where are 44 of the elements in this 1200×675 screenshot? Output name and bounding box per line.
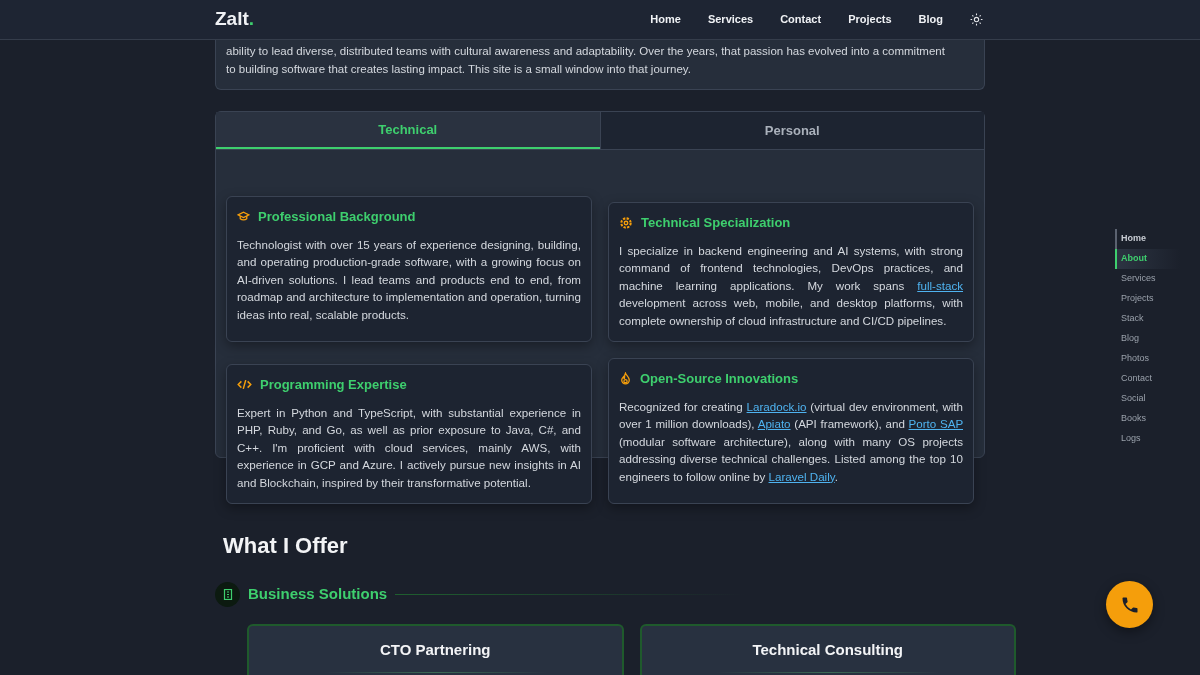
side-nav-link[interactable]: Books bbox=[1115, 409, 1180, 429]
side-nav-link[interactable]: Social bbox=[1115, 389, 1180, 409]
tab[interactable]: Personal bbox=[599, 112, 984, 149]
text-link[interactable]: Laravel Daily bbox=[768, 469, 835, 483]
card-text: I specialize in backend engineering and AI systems, with strong command of frontend technologies, DevOps practices, and machine learning applications. My work spans full-stack development across web, mobile, and desktop platforms, with complete ownership of cloud infrastructure and CI/CD pipelines. bbox=[619, 242, 963, 329]
section-heading: What I Offer bbox=[223, 532, 349, 560]
service-title: Technical Consulting bbox=[752, 640, 904, 660]
side-nav-link[interactable]: Photos bbox=[1115, 349, 1180, 369]
text-link[interactable]: Laradock.io bbox=[746, 399, 807, 413]
intro-text: ability to lead diverse, distributed teams with cultural awareness and adaptability. Over the years, that passion has evolved into a commitment bbox=[226, 44, 946, 59]
card-title: Open-Source Innovations bbox=[640, 370, 799, 388]
side-nav-link[interactable]: Projects bbox=[1115, 289, 1180, 309]
building-icon bbox=[215, 582, 240, 607]
logo[interactable]: Zalt. bbox=[215, 5, 255, 34]
text-link[interactable]: Apiato bbox=[757, 417, 791, 430]
text-link[interactable]: full-stack bbox=[917, 278, 963, 292]
tab[interactable]: Technical bbox=[216, 112, 600, 149]
code-icon bbox=[237, 378, 252, 392]
nav-link[interactable]: Services bbox=[707, 11, 754, 28]
side-nav-link[interactable]: Stack bbox=[1115, 309, 1180, 329]
card-title: Programming Expertise bbox=[260, 376, 407, 394]
card-title: Professional Background bbox=[258, 208, 416, 226]
card-text: Recognized for creating Laradock.io (virtual dev environment, with over 1 million downloads), Apiato (API framework), and Porto SAP (modular software architecture), along with many OS projects addressing diverse technical challenges. Listed among the top 10 engineers to follow online by Laravel Daily. bbox=[619, 398, 963, 485]
side-nav-link[interactable]: Services bbox=[1115, 269, 1180, 289]
subsection-title: Business Solutions bbox=[248, 584, 388, 605]
call-button[interactable] bbox=[1106, 581, 1153, 628]
side-nav-link[interactable]: Logs bbox=[1115, 429, 1180, 449]
card-text: Expert in Python and TypeScript, with substantial experience in PHP, Ruby, and Go, as well as prior exposure to Java, C#, and C++. I'm proficient with cloud services, mainly AWS, with experience in GCP and Azure. I actively pursue new insights in AI and Blockchain, inspired by their transformative potential. bbox=[237, 404, 581, 491]
side-nav-link[interactable]: Contact bbox=[1115, 369, 1180, 389]
gear-icon bbox=[619, 215, 633, 230]
nav-link[interactable]: Home bbox=[650, 11, 681, 28]
flame-icon bbox=[619, 371, 632, 386]
intro-text: to building software that creates lasting impact. This site is a small window into that journey. bbox=[226, 62, 692, 77]
nav-link[interactable]: Projects bbox=[848, 11, 892, 28]
service-title: CTO Partnering bbox=[379, 640, 491, 660]
nav-link[interactable]: Contact bbox=[780, 11, 822, 28]
card-text: Technologist with over 15 years of experience designing, building, and operating production-grade software, with a growing focus on AI-driven solutions. I lead teams and products end to end, from roadmap and architecture to implementation and operation, turning ideas into real, scalable products. bbox=[237, 236, 581, 323]
graduation-cap-icon bbox=[237, 210, 250, 224]
side-nav-link[interactable]: Blog bbox=[1115, 329, 1180, 349]
side-nav-link[interactable]: Home bbox=[1115, 229, 1180, 249]
nav-link[interactable]: Blog bbox=[918, 11, 943, 28]
card-title: Technical Specialization bbox=[641, 214, 791, 232]
sun-icon[interactable] bbox=[970, 13, 983, 26]
text-link[interactable]: Porto SAP bbox=[908, 417, 963, 430]
